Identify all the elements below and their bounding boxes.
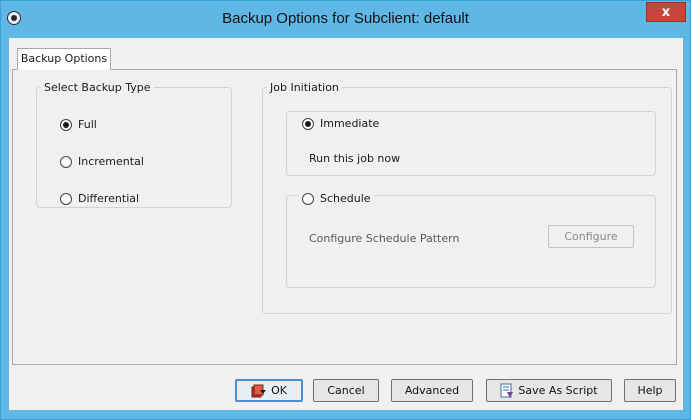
save-as-script-label: Save As Script (518, 384, 598, 397)
backup-type-legend: Select Backup Type (44, 81, 151, 94)
tab-panel: Select Backup Type Full Incremental Diff… (12, 69, 677, 365)
radio-immediate-indicator[interactable] (302, 117, 314, 130)
ok-button[interactable]: OK (235, 379, 303, 402)
advanced-button[interactable]: Advanced (391, 379, 473, 402)
schedule-description: Configure Schedule Pattern (309, 232, 460, 245)
help-button[interactable]: Help (624, 379, 676, 402)
dialog-client-area: Backup Options Select Backup Type Full I… (9, 38, 683, 410)
radio-schedule-label: Schedule (320, 192, 371, 205)
radio-immediate[interactable]: Immediate (299, 117, 383, 130)
radio-schedule[interactable]: Schedule (299, 192, 374, 205)
radio-differential-indicator[interactable] (60, 192, 72, 205)
dialog-window: Backup Options for Subclient: default x … (0, 0, 691, 420)
close-button[interactable]: x (646, 2, 686, 22)
radio-schedule-indicator[interactable] (302, 192, 314, 205)
radio-differential[interactable]: Differential (60, 192, 139, 205)
immediate-description: Run this job now (309, 152, 401, 165)
title-bar[interactable]: Backup Options for Subclient: default x (1, 1, 690, 37)
ok-label: OK (271, 384, 287, 397)
save-as-script-button[interactable]: Save As Script (486, 379, 612, 402)
radio-incremental-label: Incremental (78, 155, 144, 168)
radio-immediate-label: Immediate (320, 117, 380, 130)
radio-incremental-indicator[interactable] (60, 155, 72, 168)
backup-type-group: Select Backup Type (36, 81, 232, 208)
cancel-button[interactable]: Cancel (313, 379, 379, 402)
job-initiation-legend: Job Initiation (270, 81, 339, 94)
radio-full-label: Full (78, 118, 97, 131)
radio-full-indicator[interactable] (60, 118, 72, 131)
ok-icon (251, 384, 267, 398)
script-icon (500, 383, 514, 399)
radio-differential-label: Differential (78, 192, 140, 205)
tab-backup-options[interactable]: Backup Options (17, 48, 111, 70)
radio-full[interactable]: Full (60, 118, 97, 131)
window-title: Backup Options for Subclient: default (222, 10, 469, 27)
configure-button[interactable]: Configure (548, 225, 634, 248)
radio-incremental[interactable]: Incremental (60, 155, 144, 168)
